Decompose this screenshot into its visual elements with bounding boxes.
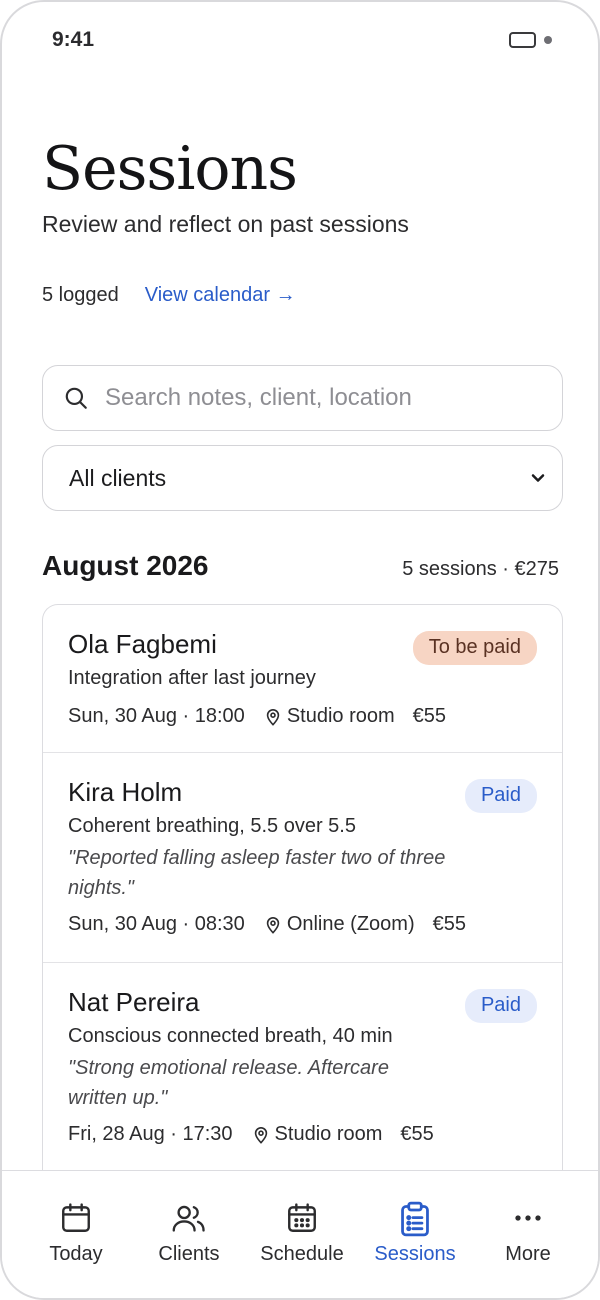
- bottom-tab-bar: Today Clients Schedule Sessions More: [2, 1170, 598, 1298]
- session-datetime: Sun, 30 Aug · 18:00: [68, 705, 245, 727]
- session-price: €55: [412, 705, 447, 727]
- clipboard-list-icon: [401, 1201, 429, 1237]
- session-note: "Reported falling asleep faster two of t…: [68, 847, 446, 899]
- tab-label: Today: [49, 1243, 103, 1265]
- session-price: €55: [400, 1123, 434, 1145]
- session-location: Studio room: [286, 705, 395, 727]
- page-title: Sessions: [42, 134, 298, 204]
- calendar-grid-icon: [288, 1203, 316, 1232]
- phone-frame: 9:41 Sessions Review and reflect on past…: [0, 0, 600, 1300]
- session-price: €55: [432, 913, 466, 935]
- search-box[interactable]: [42, 365, 563, 431]
- tab-today[interactable]: Today: [16, 1171, 136, 1281]
- session-client-name: Ola Fagbemi: [68, 629, 217, 659]
- battery-icon: [509, 32, 536, 48]
- search-icon: [65, 387, 87, 409]
- client-filter-value: All clients: [69, 464, 167, 491]
- tab-clients[interactable]: Clients: [129, 1171, 249, 1281]
- tab-label: Schedule: [260, 1243, 344, 1265]
- calendar-icon: [62, 1203, 90, 1232]
- month-summary: 5 sessions · €275: [402, 558, 559, 580]
- meta-row: 5 logged View calendar →: [42, 284, 296, 307]
- session-client-name: Kira Holm: [68, 777, 183, 807]
- page-subtitle: Review and reflect on past sessions: [42, 211, 409, 237]
- status-badge: Paid: [464, 779, 537, 813]
- more-dots-icon: [515, 1215, 541, 1221]
- status-dot-icon: [544, 36, 552, 44]
- tab-sessions[interactable]: Sessions: [355, 1171, 475, 1281]
- session-datetime: Fri, 28 Aug · 17:30: [68, 1123, 233, 1145]
- session-client-name: Nat Pereira: [68, 987, 200, 1017]
- session-list: Ola Fagbemi To be paid Integration after…: [42, 604, 563, 1224]
- session-location: Studio room: [274, 1123, 383, 1145]
- location-pin-icon: [265, 916, 281, 934]
- session-note: "Strong emotional release. Aftercare wri…: [68, 1057, 389, 1109]
- tab-label: Sessions: [374, 1243, 456, 1265]
- status-badge: Paid: [464, 989, 537, 1023]
- session-type: Coherent breathing, 5.5 over 5.5: [68, 815, 356, 837]
- session-card[interactable]: Nat Pereira Paid Conscious connected bre…: [43, 963, 562, 1173]
- session-info: Sun, 30 Aug · 08:30 Online (Zoom) €55: [68, 913, 466, 936]
- location-pin-icon: [265, 708, 281, 726]
- session-info: Fri, 28 Aug · 17:30 Studio room €55: [68, 1123, 434, 1146]
- session-count: 5 logged: [42, 284, 119, 306]
- status-time: 9:41: [52, 28, 95, 51]
- tab-schedule[interactable]: Schedule: [242, 1171, 362, 1281]
- location-pin-icon: [253, 1126, 269, 1144]
- session-type: Conscious connected breath, 40 min: [68, 1025, 393, 1047]
- search-input[interactable]: [105, 384, 525, 412]
- view-calendar-link[interactable]: View calendar →: [145, 284, 296, 307]
- session-type: Integration after last journey: [68, 667, 316, 689]
- session-info: Sun, 30 Aug · 18:00 Studio room €55: [68, 705, 446, 728]
- client-filter-select[interactable]: All clients: [42, 445, 563, 511]
- users-icon: [172, 1205, 205, 1232]
- session-card[interactable]: Kira Holm Paid Coherent breathing, 5.5 o…: [43, 753, 562, 963]
- tab-label: More: [505, 1243, 551, 1265]
- session-datetime: Sun, 30 Aug · 08:30: [68, 913, 245, 935]
- session-card[interactable]: Ola Fagbemi To be paid Integration after…: [43, 605, 562, 753]
- status-badge: To be paid: [412, 631, 537, 665]
- session-location: Online (Zoom): [286, 913, 415, 935]
- tab-more[interactable]: More: [468, 1171, 588, 1281]
- tab-label: Clients: [158, 1243, 220, 1265]
- chevron-down-icon: [531, 474, 545, 482]
- month-heading: August 2026: [42, 550, 209, 581]
